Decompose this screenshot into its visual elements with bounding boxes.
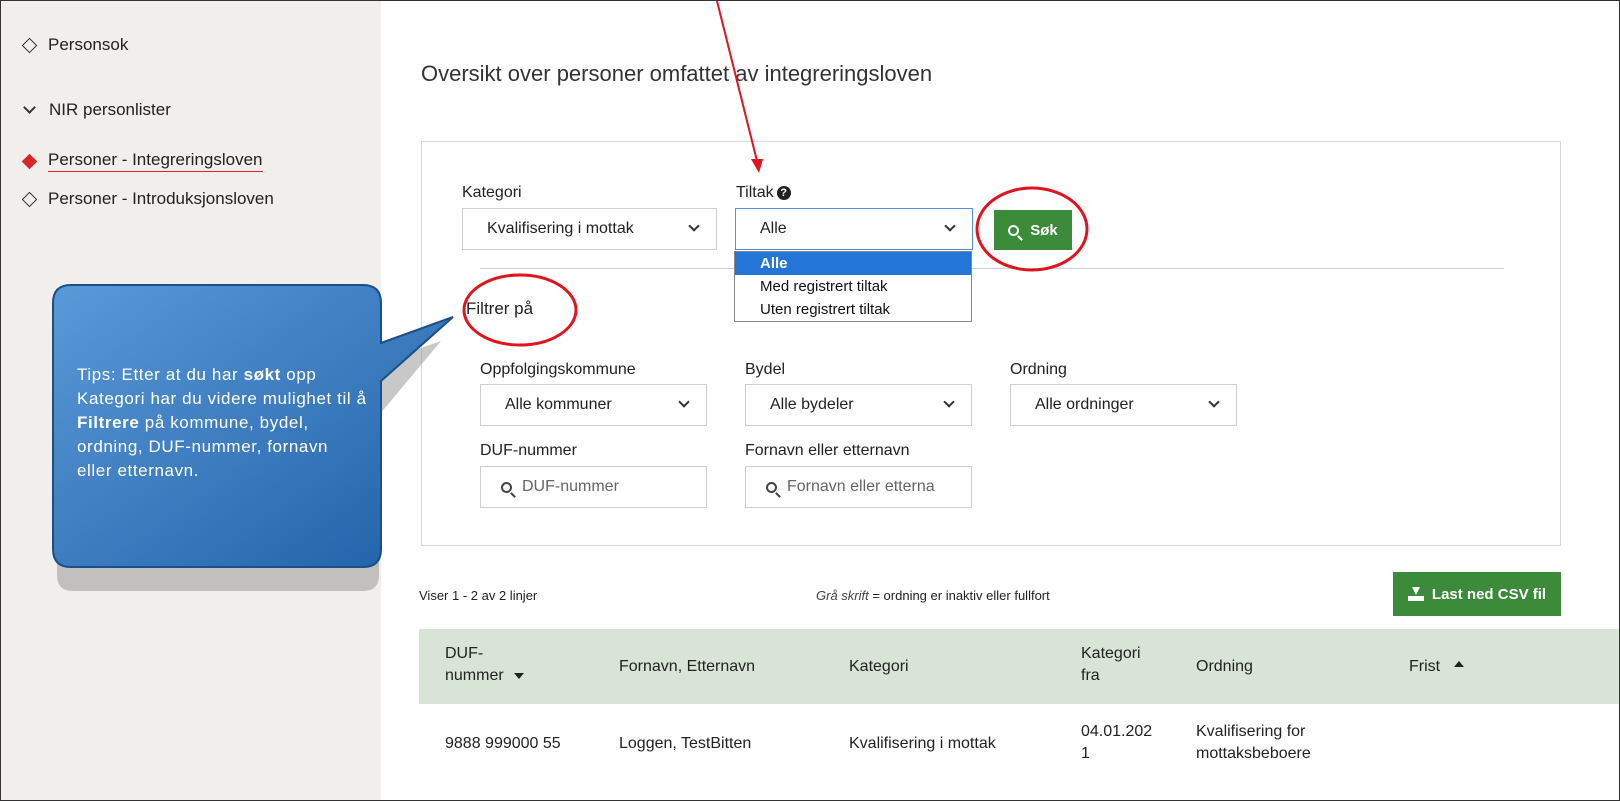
cell-ordning-line1: Kvalifisering for [1196,723,1306,740]
col-frist-label: Frist [1409,658,1441,675]
ordning-value: Alle ordninger [1035,396,1134,413]
divider [480,268,1504,269]
bydel-value: Alle bydeler [770,396,854,413]
sidebar-item-label: Personer - Integreringsloven [48,150,263,172]
sidebar-item-introduksjonsloven[interactable]: Personer - Introduksjonsloven [21,189,274,209]
tiltak-dropdown-list: Alle Med registrert tiltak Uten registre… [734,251,972,322]
navn-placeholder: Fornavn eller etterna [787,478,935,495]
oppfolgingskommune-select[interactable]: Alle kommuner [480,384,707,426]
diamond-outline-icon [21,37,38,53]
tiltak-option[interactable]: Med registrert tiltak [735,275,971,298]
search-icon [501,481,512,493]
col-kategori-fra-line1: Kategori [1081,645,1141,662]
cell-duf: 9888 999000 55 [445,735,561,752]
duf-input[interactable]: DUF-nummer [480,466,707,508]
cell-ordning: Kvalifisering for mottaksbeboere [1196,721,1311,765]
legend-rest: = ordning er inaktiv eller fullfort [868,588,1050,603]
download-csv-label: Last ned CSV fil [1431,585,1547,603]
col-kategori-fra-line2: fra [1081,667,1100,684]
oppfolgingskommune-value: Alle kommuner [505,396,612,413]
screenshot-frame: Personsok NIR personlister Personer - In… [0,0,1620,801]
diamond-filled-icon [21,153,38,169]
cell-kategori-fra: 04.01.202 1 [1081,721,1152,765]
sidebar-item-label: Personer - Introduksjonsloven [48,189,274,208]
bydel-select[interactable]: Alle bydeler [745,384,972,426]
callout-text: Tips: Etter at du har søkt opp Kategori … [77,363,367,483]
col-kategori-fra[interactable]: Kategori fra [1081,643,1141,687]
col-name[interactable]: Fornavn, Etternavn [619,656,755,678]
tiltak-option[interactable]: Uten registrert tiltak [735,298,971,321]
kategori-label: Kategori [462,184,522,201]
navn-input[interactable]: Fornavn eller etterna [745,466,972,508]
sidebar-item-label: NIR personlister [49,100,171,119]
search-icon [1008,224,1020,236]
sidebar-item-personsok[interactable]: Personsok [21,35,128,55]
cell-kategori: Kvalifisering i mottak [849,735,996,752]
duf-placeholder: DUF-nummer [522,478,619,495]
search-panel: Kategori Kvalifisering i mottak Tiltak? … [421,141,1561,546]
search-button-label: Søk [1030,221,1058,239]
col-frist[interactable]: Frist [1409,656,1465,678]
col-duf-line2: nummer [445,667,504,684]
tiltak-label: Tiltak? [736,184,791,202]
chevron-down-icon [944,220,956,232]
tiltak-label-text: Tiltak [736,184,774,201]
oppfolgingskommune-label: Oppfolgingskommune [480,361,636,378]
chevron-down-icon [1208,396,1220,408]
ordning-label: Ordning [1010,361,1067,378]
bydel-label: Bydel [745,361,786,378]
col-kategori[interactable]: Kategori [849,656,909,678]
legend-italic: Grå skrift [816,588,869,603]
sidebar-item-nir-personlister[interactable]: NIR personlister [21,100,171,120]
kategori-value: Kvalifisering i mottak [487,220,634,237]
search-button[interactable]: Søk [994,210,1072,250]
cell-ordning-line2: mottaksbeboere [1196,745,1311,762]
sidebar-item-integreringsloven[interactable]: Personer - Integreringsloven [21,150,263,172]
callout-bold1: søkt [243,365,281,384]
chevron-down-icon [678,396,690,408]
filter-heading: Filtrer på [466,299,534,318]
callout-bold2: Filtrere [77,413,140,432]
tiltak-select[interactable]: Alle [735,208,973,250]
col-duf-line1: DUF- [445,645,484,662]
chevron-down-icon [688,220,700,232]
search-icon [766,481,777,493]
sort-up-icon[interactable] [1454,661,1465,667]
sidebar-item-label: Personsok [48,35,129,54]
navn-label: Fornavn eller etternavn [745,442,910,459]
legend-note: Grå skrift = ordning er inaktiv eller fu… [816,588,1050,603]
cell-name: Loggen, TestBitten [619,735,752,752]
table-header: DUF- nummer Fornavn, Etternavn Kategori … [419,629,1619,704]
callout-part1: Tips: Etter at du har [77,365,244,384]
col-duf-nummer[interactable]: DUF- nummer [445,643,524,687]
chevron-down-icon [23,101,36,114]
tiltak-value: Alle [760,220,787,237]
page-title: Oversikt over personer omfattet av integ… [421,61,933,86]
tiltak-option[interactable]: Alle [735,252,971,275]
help-icon[interactable]: ? [776,186,791,200]
sort-down-icon[interactable] [513,673,524,679]
result-count: Viser 1 - 2 av 2 linjer [419,588,538,603]
download-icon [1407,587,1424,601]
cell-fra-line2: 1 [1081,745,1090,762]
duf-label: DUF-nummer [480,442,577,459]
kategori-select[interactable]: Kvalifisering i mottak [462,208,717,250]
download-csv-button[interactable]: Last ned CSV fil [1393,572,1561,616]
cell-fra-line1: 04.01.202 [1081,723,1153,740]
diamond-outline-icon [21,191,38,207]
ordning-select[interactable]: Alle ordninger [1010,384,1237,426]
chevron-down-icon [943,396,955,408]
col-ordning[interactable]: Ordning [1196,656,1253,678]
